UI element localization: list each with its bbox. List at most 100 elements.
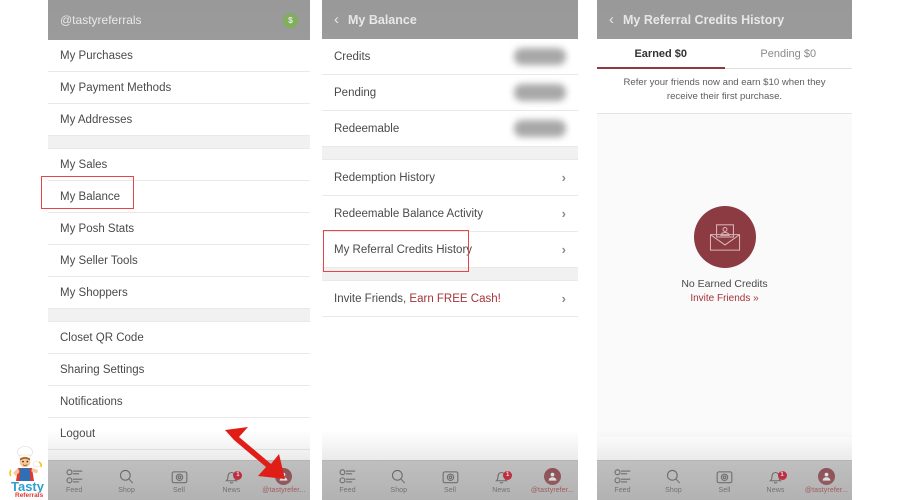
empty-state: No Earned Credits Invite Friends » <box>597 113 852 437</box>
tab-earned[interactable]: Earned $0 <box>597 39 725 69</box>
balance-group-spacer <box>322 147 578 160</box>
tab-label: @tastyrefer... <box>804 486 849 494</box>
menu-item-label: My Posh Stats <box>60 222 135 235</box>
balance-label: Redeemable <box>334 122 400 135</box>
menu-item-my-posh-stats[interactable]: My Posh Stats <box>48 213 310 245</box>
tab-sell[interactable]: Sell <box>424 468 475 494</box>
menu-item-my-purchases[interactable]: My Purchases <box>48 40 310 72</box>
balance-row-redeemable: Redeemable <box>322 111 578 147</box>
link-redemption-history[interactable]: Redemption History › <box>322 160 578 196</box>
menu-item-my-shoppers[interactable]: My Shoppers <box>48 277 310 309</box>
link-my-referral-credits-history[interactable]: My Referral Credits History › <box>322 232 578 268</box>
camera-icon <box>171 470 187 483</box>
tab-sell[interactable]: Sell <box>153 468 205 494</box>
menu-item-closet-qr-code[interactable]: Closet QR Code <box>48 322 310 354</box>
tab-label: Shop <box>665 486 682 494</box>
news-badge: 1 <box>777 470 787 480</box>
menu-item-my-balance[interactable]: My Balance <box>48 181 310 213</box>
invite-accent-text: Earn FREE Cash! <box>409 292 501 305</box>
tab-profile[interactable]: @tastyrefer... <box>801 467 852 494</box>
balance-group-spacer <box>322 268 578 281</box>
tab-shop[interactable]: Shop <box>373 468 424 494</box>
invite-lead-text: Invite Friends, <box>334 292 410 305</box>
tab-feed[interactable]: Feed <box>322 468 373 494</box>
tab-label: Sell <box>172 486 186 494</box>
tab-label: News <box>222 486 241 494</box>
chevron-right-icon: › <box>561 291 566 306</box>
camera-icon <box>716 470 733 483</box>
menu-item-label: My Addresses <box>60 113 133 126</box>
page-title: My Referral Credits History <box>623 12 785 27</box>
menu-item-notifications[interactable]: Notifications <box>48 386 310 418</box>
account-menu-header: @tastyreferrals $ <box>48 0 310 40</box>
empty-state-title: No Earned Credits <box>681 278 768 291</box>
tab-sell[interactable]: Sell <box>699 468 750 494</box>
menu-item-my-seller-tools[interactable]: My Seller Tools <box>48 245 310 277</box>
tab-label: Sell <box>718 486 731 494</box>
tab-label: News <box>766 486 785 494</box>
tab-pending[interactable]: Pending $0 <box>725 39 853 68</box>
menu-item-sharing-settings[interactable]: Sharing Settings <box>48 354 310 386</box>
chevron-right-icon: › <box>561 242 566 257</box>
avatar-icon <box>818 467 835 485</box>
menu-item-label: My Seller Tools <box>60 254 138 267</box>
news-badge: 1 <box>503 470 513 480</box>
link-invite-friends[interactable]: Invite Friends, Earn FREE Cash! › <box>322 281 578 317</box>
link-redeemable-balance-activity[interactable]: Redeemable Balance Activity › <box>322 196 578 232</box>
balance-row-credits: Credits <box>322 39 578 75</box>
menu-item-label: Sharing Settings <box>60 363 145 376</box>
tab-shop[interactable]: Shop <box>100 468 152 494</box>
menu-group-spacer <box>48 136 310 149</box>
my-balance-panel: ‹ My Balance Credits Pending Redeemable … <box>322 0 578 500</box>
menu-item-label: My Payment Methods <box>60 81 172 94</box>
tab-news[interactable]: 1 News <box>476 468 527 494</box>
balance-row-pending: Pending <box>322 75 578 111</box>
tab-label: Shop <box>118 486 135 494</box>
bottom-tab-bar: Feed Shop Sell 1 News @tastyrefer... <box>322 460 578 500</box>
page-title: My Balance <box>348 12 417 27</box>
balance-value-redacted <box>514 84 566 101</box>
balance-value-redacted <box>514 120 566 137</box>
balance-value-redacted <box>514 48 566 65</box>
chevron-right-icon: › <box>561 206 566 221</box>
screenshot-stage: @tastyreferrals $ My Purchases My Paymen… <box>0 0 900 500</box>
tab-label: @tastyrefer... <box>530 486 574 494</box>
tab-feed[interactable]: Feed <box>597 468 648 494</box>
menu-item-my-payment-methods[interactable]: My Payment Methods <box>48 72 310 104</box>
menu-group-spacer <box>48 309 310 322</box>
menu-item-my-addresses[interactable]: My Addresses <box>48 104 310 136</box>
tab-label: @tastyrefer... <box>262 486 306 494</box>
referral-tabbar: Earned $0 Pending $0 <box>597 39 852 69</box>
menu-item-my-sales[interactable]: My Sales <box>48 149 310 181</box>
balance-label: Pending <box>334 86 377 99</box>
chevron-left-icon[interactable]: ‹ <box>609 12 614 27</box>
feed-icon <box>614 468 631 483</box>
tab-shop[interactable]: Shop <box>648 468 699 494</box>
red-down-right-arrow <box>225 427 285 479</box>
menu-item-label: My Sales <box>60 158 108 171</box>
my-balance-header: ‹ My Balance <box>322 0 578 39</box>
camera-icon <box>442 470 458 483</box>
search-icon <box>666 469 681 483</box>
referral-history-header: ‹ My Referral Credits History <box>597 0 852 39</box>
link-label: Invite Friends, Earn FREE Cash! <box>334 293 562 305</box>
tab-label: Shop <box>390 486 408 494</box>
menu-item-label: Notifications <box>60 395 123 408</box>
bottom-tab-bar: Feed Shop Sell 1 News @tastyrefer... <box>597 460 852 500</box>
dollar-badge-icon[interactable]: $ <box>283 12 298 28</box>
tasty-referrals-logo: Tasty Referrals <box>9 446 45 498</box>
tab-profile[interactable]: @tastyrefer... <box>527 467 578 494</box>
tab-news[interactable]: 1 News <box>750 468 801 494</box>
balance-label: Credits <box>334 50 371 63</box>
envelope-person-icon <box>693 206 756 269</box>
search-icon <box>120 469 134 483</box>
link-label: Redemption History <box>334 171 435 184</box>
tab-label: Earned $0 <box>634 47 688 60</box>
tab-label: Feed <box>614 486 631 494</box>
menu-item-label: My Shoppers <box>60 286 128 299</box>
watermark-text-referrals: Referrals <box>15 492 44 498</box>
feed-icon <box>339 468 356 483</box>
tab-label: Sell <box>443 486 457 494</box>
chevron-left-icon[interactable]: ‹ <box>334 12 339 27</box>
invite-friends-link[interactable]: Invite Friends » <box>690 293 758 304</box>
